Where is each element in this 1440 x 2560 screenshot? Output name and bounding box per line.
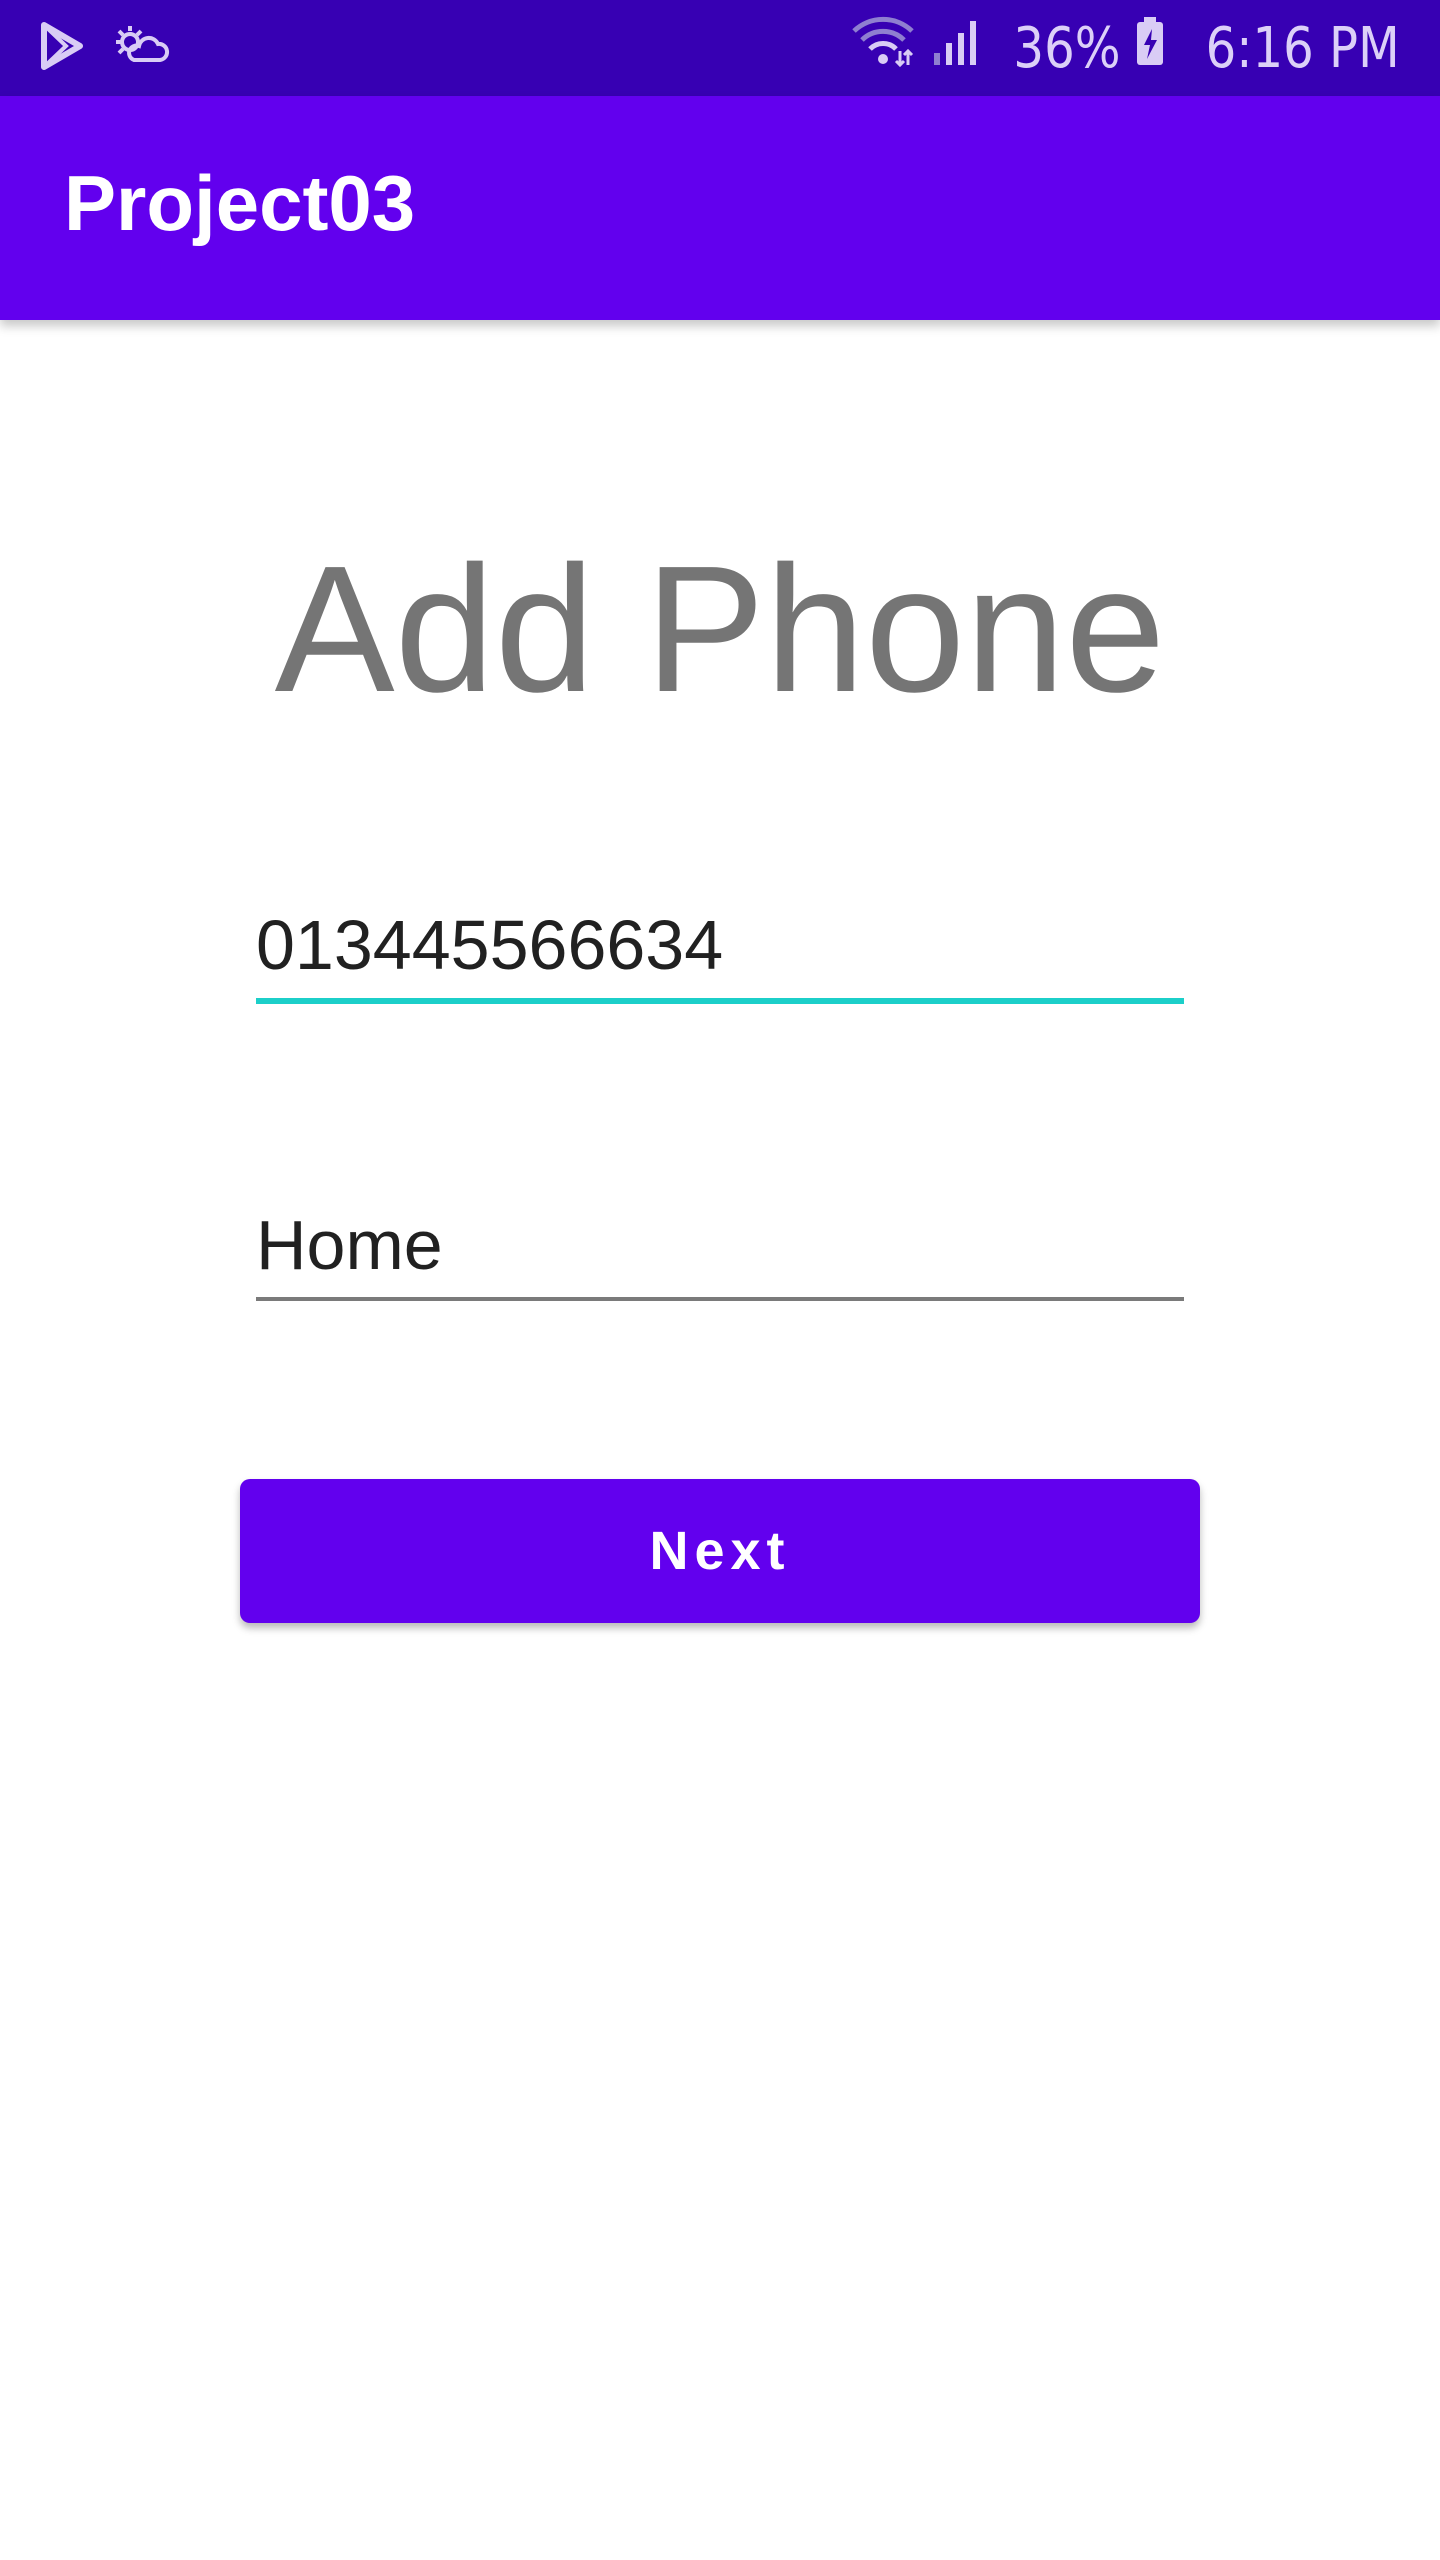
phone-number-field[interactable]: 013445566634 — [256, 905, 1184, 1004]
phone-number-value[interactable]: 013445566634 — [256, 905, 1184, 985]
battery-charging-icon — [1134, 15, 1166, 81]
phone-label-field[interactable]: Home — [256, 1205, 1184, 1301]
signal-icon — [930, 15, 982, 81]
clock: 6:16 PM — [1205, 15, 1400, 81]
battery-percent: 36% — [1013, 15, 1121, 81]
weather-icon — [112, 22, 170, 75]
app-title: Project03 — [64, 159, 416, 247]
phone-field-underline — [256, 998, 1184, 1004]
page-title: Add Phone — [274, 529, 1166, 730]
status-left-icons — [40, 21, 170, 75]
app-bar: Project03 — [0, 96, 1440, 320]
status-right-group: 36% 6:16 PM — [850, 0, 1400, 96]
play-store-icon — [40, 21, 84, 75]
next-button[interactable]: Next — [240, 1479, 1200, 1623]
wifi-icon — [850, 13, 916, 83]
phone-label-value[interactable]: Home — [256, 1205, 1184, 1285]
status-bar: 36% 6:16 PM — [0, 0, 1440, 96]
label-field-underline — [256, 1297, 1184, 1301]
